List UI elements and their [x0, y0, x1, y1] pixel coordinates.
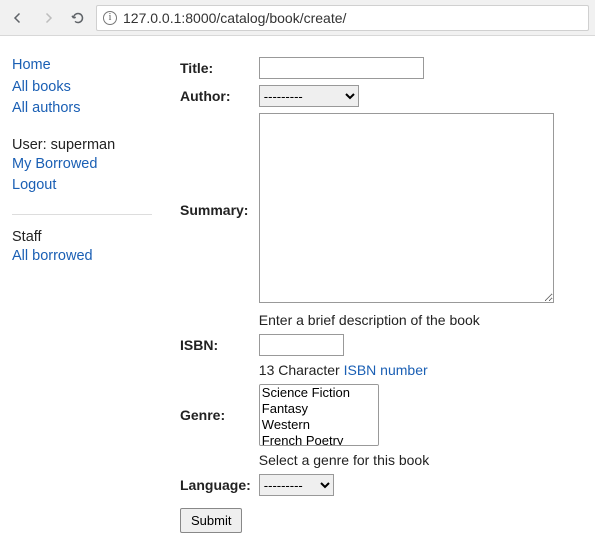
arrow-right-icon: [39, 9, 57, 27]
forward-button[interactable]: [36, 6, 60, 30]
isbn-help-link[interactable]: ISBN number: [344, 362, 428, 378]
browser-toolbar: i 127.0.0.1:8000/catalog/book/create/: [0, 0, 595, 36]
author-select[interactable]: ---------: [259, 85, 359, 107]
sidebar-divider: [12, 214, 152, 215]
sidebar-link-logout[interactable]: Logout: [12, 176, 152, 196]
genre-select[interactable]: Science Fiction Fantasy Western French P…: [259, 384, 379, 446]
address-bar[interactable]: i 127.0.0.1:8000/catalog/book/create/: [96, 5, 589, 31]
isbn-label: ISBN:: [180, 337, 218, 353]
sidebar-link-all-books[interactable]: All books: [12, 78, 152, 98]
language-select[interactable]: ---------: [259, 474, 334, 496]
language-label: Language:: [180, 477, 251, 493]
genre-help: Select a genre for this book: [259, 452, 429, 468]
sidebar-link-home[interactable]: Home: [12, 56, 152, 76]
reload-button[interactable]: [66, 6, 90, 30]
url-text: 127.0.0.1:8000/catalog/book/create/: [123, 10, 346, 26]
title-input[interactable]: [259, 57, 424, 79]
summary-textarea[interactable]: [259, 113, 554, 303]
sidebar-link-my-borrowed[interactable]: My Borrowed: [12, 155, 152, 175]
summary-label: Summary:: [180, 202, 248, 218]
sidebar-link-all-borrowed[interactable]: All borrowed: [12, 247, 152, 267]
sidebar-user-label: User: superman: [12, 137, 152, 153]
author-label: Author:: [180, 88, 231, 104]
summary-help: Enter a brief description of the book: [259, 312, 480, 328]
site-info-icon[interactable]: i: [103, 11, 117, 25]
genre-label: Genre:: [180, 407, 225, 423]
reload-icon: [69, 9, 87, 27]
sidebar: Home All books All authors User: superma…: [12, 54, 152, 536]
isbn-input[interactable]: [259, 334, 344, 356]
back-button[interactable]: [6, 6, 30, 30]
sidebar-link-all-authors[interactable]: All authors: [12, 99, 152, 119]
isbn-help-prefix: 13 Character: [259, 362, 344, 378]
sidebar-staff-label: Staff: [12, 229, 152, 245]
form-area: Title: Author: --------- Summary: Enter …: [176, 54, 583, 536]
title-label: Title:: [180, 60, 213, 76]
arrow-left-icon: [9, 9, 27, 27]
